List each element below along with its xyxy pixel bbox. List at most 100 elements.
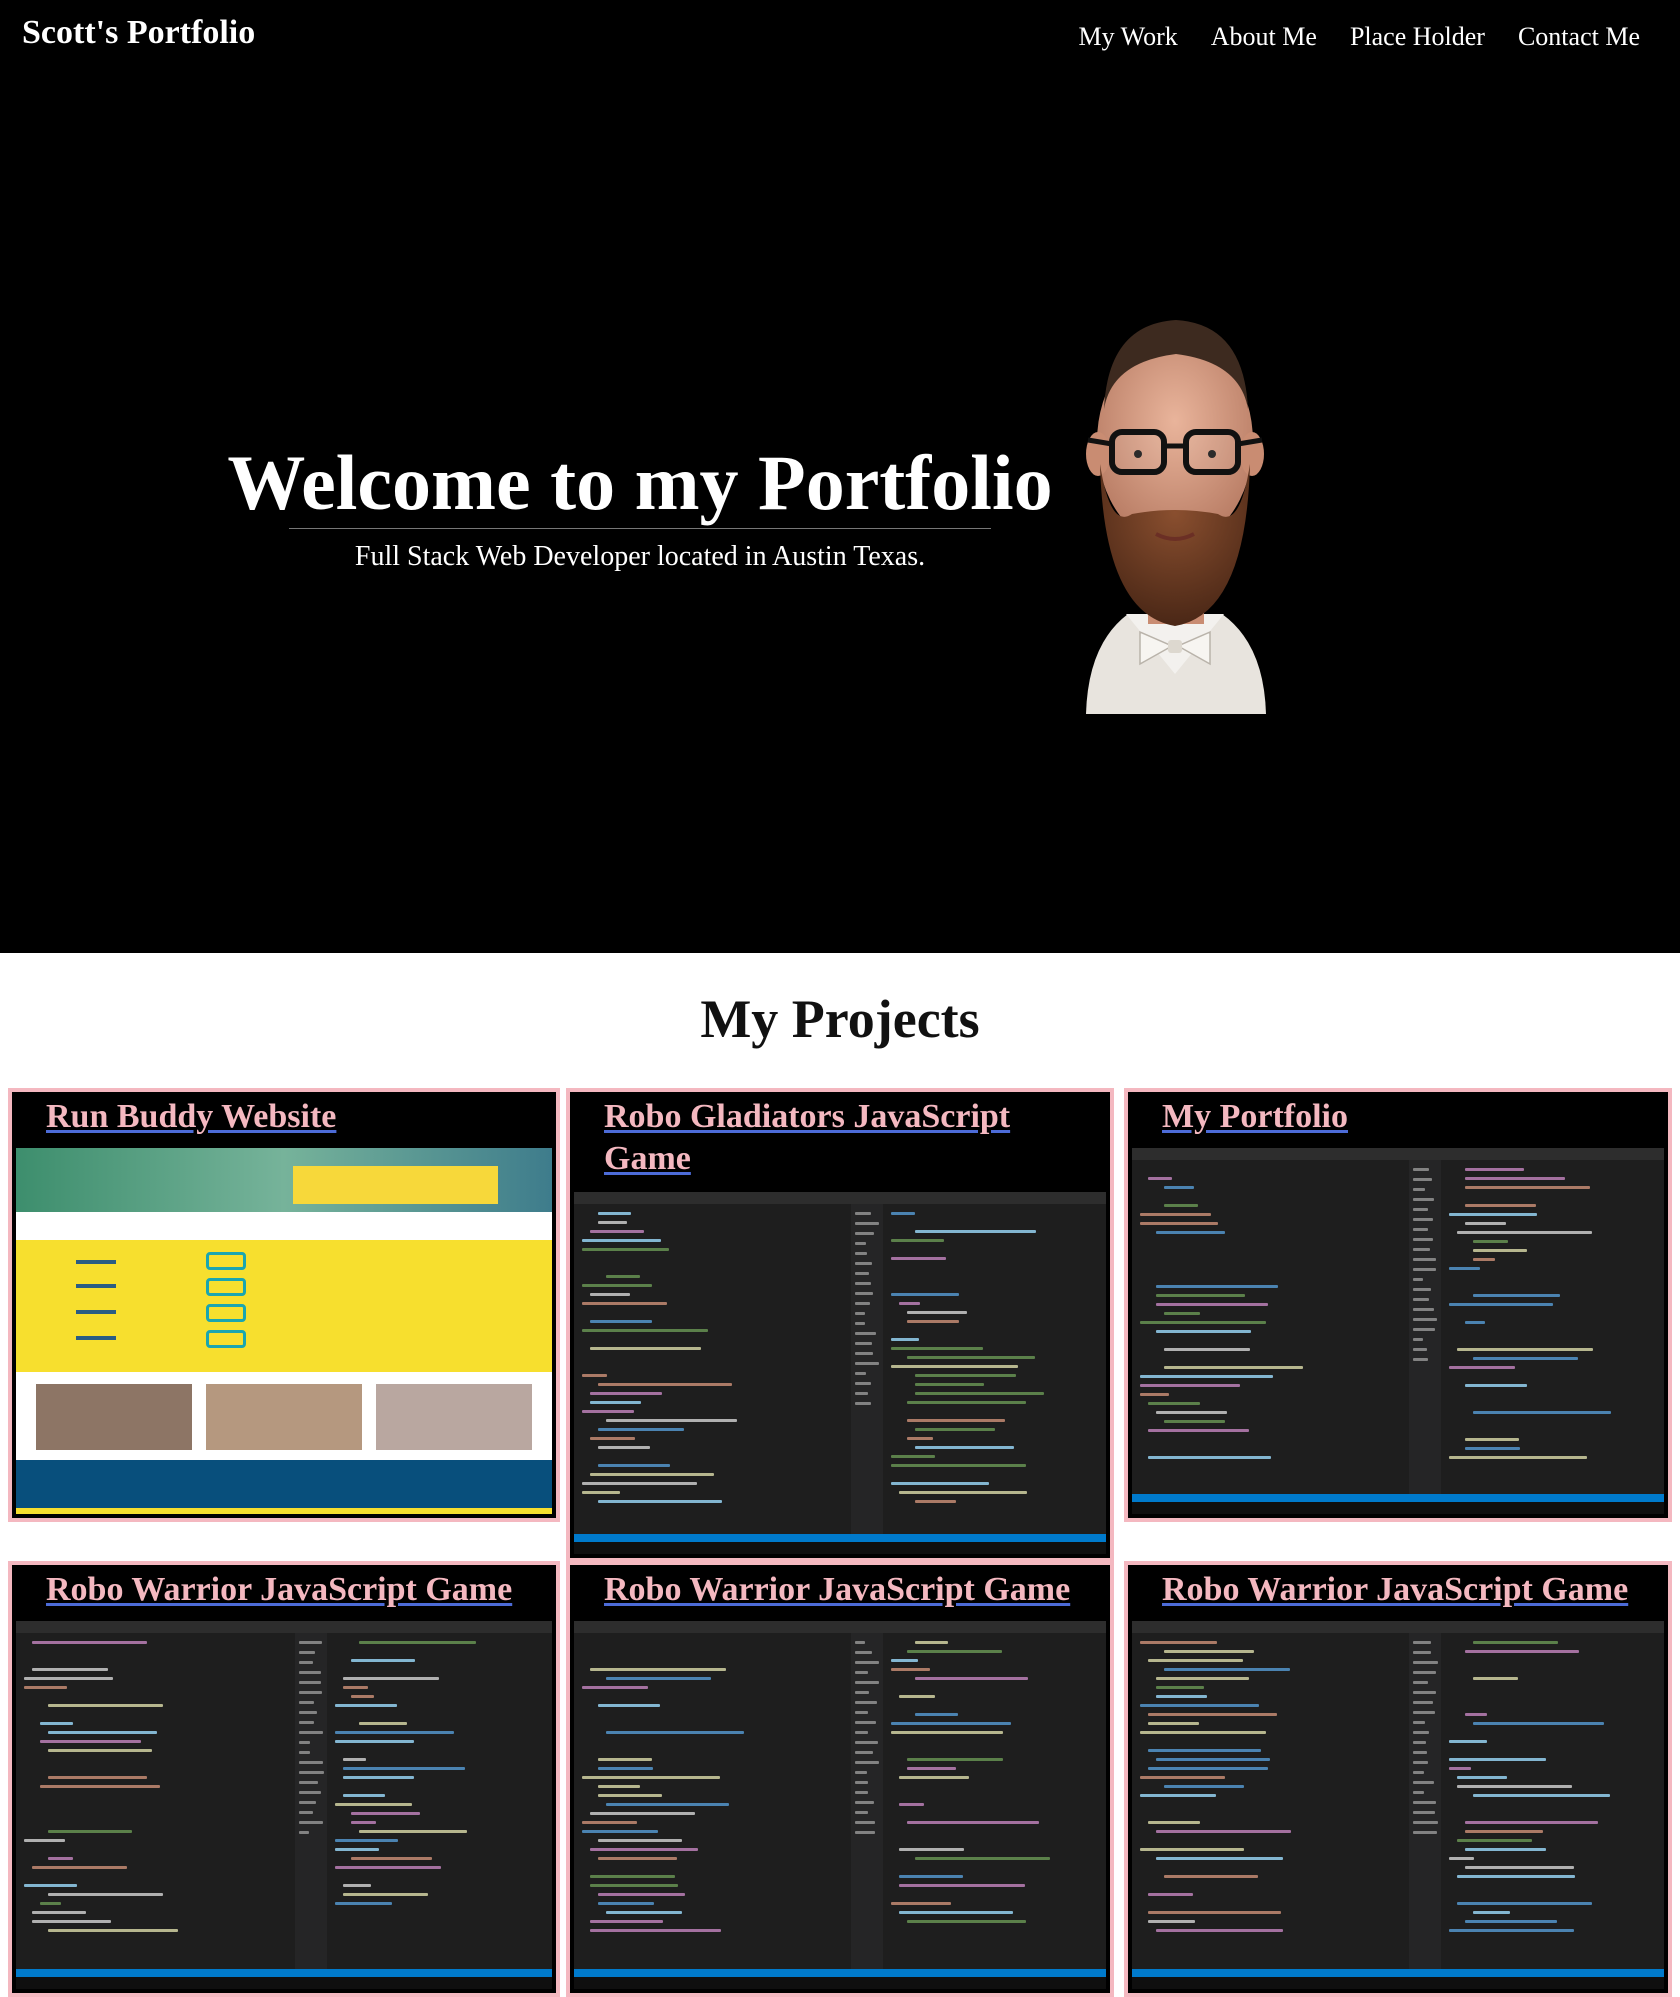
code-line (582, 1284, 652, 1287)
nav-place-holder[interactable]: Place Holder (1350, 22, 1485, 52)
code-line (1464, 1830, 1543, 1833)
editor-pane (574, 1633, 853, 1969)
run-buddy-screenshot[interactable] (16, 1148, 552, 1514)
explorer-item (854, 1352, 873, 1355)
code-line (582, 1329, 708, 1332)
explorer-item (1412, 1731, 1429, 1734)
explorer-item (1412, 1711, 1435, 1714)
code-line (1464, 1447, 1520, 1450)
explorer-item (1412, 1751, 1427, 1754)
code-line (1156, 1929, 1283, 1932)
explorer-item (854, 1212, 871, 1215)
project-title-link[interactable]: Robo Gladiators JavaScript Game (604, 1096, 1102, 1180)
code-line (914, 1383, 984, 1386)
code-line (342, 1794, 385, 1797)
code-editor-screenshot[interactable] (1132, 1148, 1664, 1514)
code-editor-screenshot[interactable] (16, 1621, 552, 1989)
nav-my-work[interactable]: My Work (1079, 22, 1178, 52)
project-title-link[interactable]: My Portfolio (1162, 1096, 1660, 1138)
code-line (1164, 1785, 1244, 1788)
code-line (334, 1704, 397, 1707)
explorer-item (1412, 1781, 1434, 1784)
code-line (590, 1392, 662, 1395)
editor-tabs (1132, 1148, 1664, 1160)
code-line (606, 1803, 729, 1806)
code-line (350, 1695, 374, 1698)
explorer-item (1412, 1288, 1431, 1291)
explorer-item (854, 1661, 879, 1664)
editor-pane (1440, 1633, 1664, 1969)
code-line (24, 1686, 67, 1689)
code-line (582, 1821, 637, 1824)
editor-tabs (574, 1621, 1106, 1633)
project-card: My Portfolio (1124, 1088, 1672, 1522)
nav-contact-me[interactable]: Contact Me (1518, 22, 1640, 52)
hero-subtitle: Full Stack Web Developer located in Aust… (354, 540, 926, 572)
project-title-link[interactable]: Robo Warrior JavaScript Game (1162, 1569, 1660, 1611)
code-line (890, 1365, 1018, 1368)
code-line (1464, 1321, 1485, 1324)
code-line (358, 1830, 467, 1833)
explorer-item (854, 1252, 867, 1255)
project-card: Run Buddy Website (8, 1088, 560, 1522)
code-line (1472, 1911, 1510, 1914)
code-line (1140, 1375, 1273, 1378)
code-line (890, 1338, 919, 1341)
code-line (914, 1713, 958, 1716)
code-line (24, 1677, 113, 1680)
code-line (1156, 1294, 1245, 1297)
project-title-link[interactable]: Robo Warrior JavaScript Game (604, 1569, 1102, 1611)
code-line (1448, 1767, 1471, 1770)
project-card: Robo Warrior JavaScript Game (1124, 1561, 1672, 1997)
editor-pane (882, 1633, 1106, 1969)
explorer-item (854, 1761, 879, 1764)
code-line (334, 1848, 379, 1851)
code-line (606, 1731, 744, 1734)
explorer-item (1412, 1298, 1429, 1301)
explorer-item (854, 1741, 878, 1744)
explorer-item (1412, 1318, 1437, 1321)
nav-about-me[interactable]: About Me (1211, 22, 1317, 52)
code-line (342, 1884, 371, 1887)
code-line (906, 1401, 1026, 1404)
code-line (1448, 1213, 1537, 1216)
code-line (1148, 1402, 1200, 1405)
code-line (890, 1455, 935, 1458)
brand-link[interactable]: Scott's Portfolio (22, 14, 255, 52)
explorer-item (298, 1691, 322, 1694)
explorer-item (1412, 1338, 1423, 1341)
explorer-item (854, 1382, 871, 1385)
code-editor-screenshot[interactable] (574, 1621, 1106, 1989)
code-editor-screenshot[interactable] (1132, 1621, 1664, 1989)
taskbar (574, 1977, 1106, 1989)
explorer-item (298, 1681, 321, 1684)
project-title-link[interactable]: Run Buddy Website (46, 1096, 548, 1138)
project-title-link[interactable]: Robo Warrior JavaScript Game (46, 1569, 548, 1611)
explorer-item (1412, 1348, 1427, 1351)
editor-pane (1132, 1633, 1411, 1969)
code-line (24, 1884, 77, 1887)
explorer-item (1412, 1188, 1425, 1191)
code-line (890, 1347, 983, 1350)
taskbar (16, 1977, 552, 1989)
code-line (906, 1821, 1039, 1824)
code-line (1164, 1875, 1258, 1878)
code-line (890, 1902, 951, 1905)
code-line (582, 1302, 667, 1305)
code-line (906, 1311, 967, 1314)
code-line (48, 1830, 132, 1833)
explorer-item (298, 1811, 313, 1814)
code-line (1464, 1222, 1506, 1225)
code-line (1472, 1411, 1611, 1414)
explorer-item (854, 1372, 866, 1375)
code-line (1156, 1677, 1249, 1680)
code-line (590, 1875, 675, 1878)
code-editor-screenshot[interactable] (574, 1192, 1106, 1554)
hero-text: Welcome to my Portfolio Full Stack Web D… (220, 440, 1060, 573)
code-line (1140, 1393, 1169, 1396)
code-line (40, 1785, 160, 1788)
code-line (898, 1302, 920, 1305)
code-line (350, 1821, 376, 1824)
code-line (582, 1410, 634, 1413)
editor-tabs (574, 1192, 1106, 1204)
